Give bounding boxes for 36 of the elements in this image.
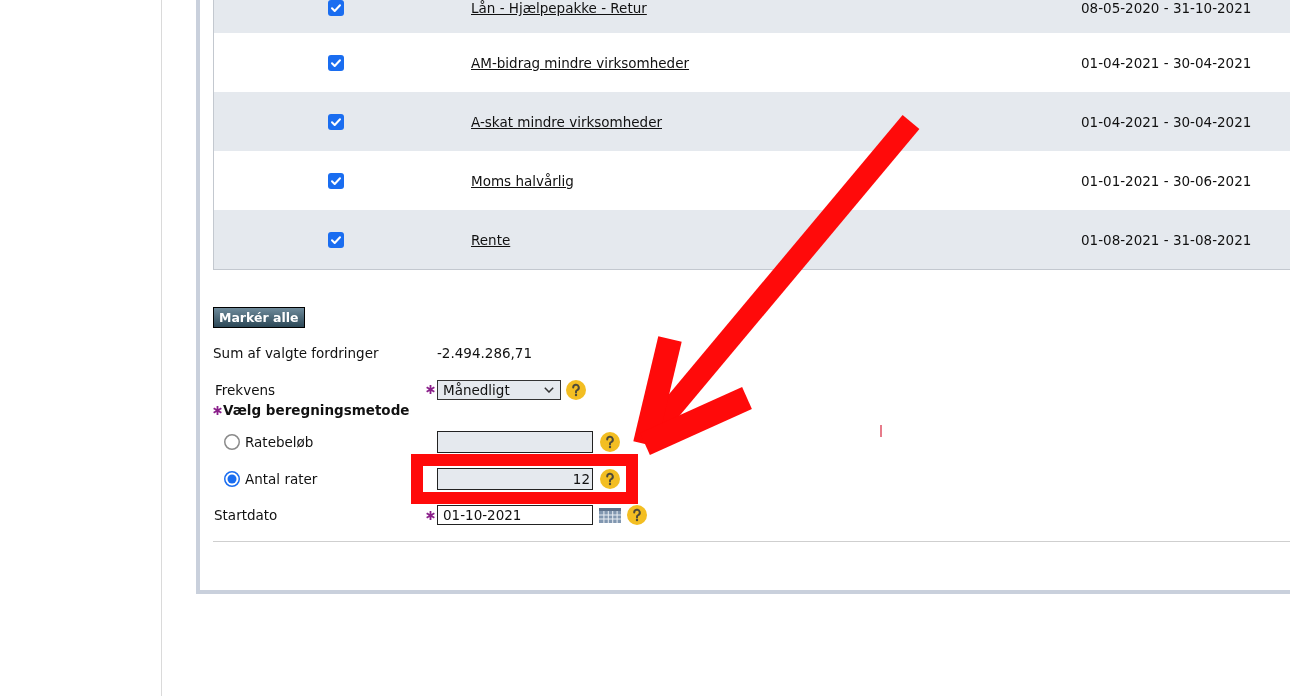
text-cursor-icon [880, 425, 882, 437]
claim-link[interactable]: A-skat mindre virksomheder [471, 113, 662, 130]
period-text: 01-08-2021 - 31-08-2021 [1081, 231, 1252, 248]
checkbox[interactable] [328, 172, 344, 189]
help-icon[interactable] [600, 432, 620, 452]
checkbox[interactable] [328, 54, 344, 71]
help-icon[interactable] [566, 379, 586, 400]
period-text: 01-01-2021 - 30-06-2021 [1081, 172, 1252, 189]
chevron-down-icon [544, 386, 554, 393]
field-label: Sum af valgte fordringer [213, 345, 380, 361]
section-label: Vælg beregningsmetode [223, 402, 410, 418]
sum-value: -2.494.286,71 [437, 345, 533, 361]
claim-link[interactable]: Moms halvårlig [471, 172, 574, 189]
checkbox[interactable] [328, 231, 344, 248]
field-label: Frekvens [214, 381, 277, 398]
calendar-icon[interactable] [599, 507, 621, 523]
radio-button[interactable] [224, 471, 240, 487]
date-field[interactable]: 01-10-2021 [437, 505, 593, 525]
claim-link[interactable]: AM-bidrag mindre virksomheder [471, 54, 690, 71]
radio-label[interactable]: Ratebeløb [245, 434, 314, 450]
help-icon[interactable] [600, 469, 620, 489]
claim-link[interactable]: Lån - Hjælpepakke - Retur [471, 0, 647, 16]
radio-button[interactable] [224, 434, 240, 450]
mark-all-button[interactable]: Markér alle [213, 307, 305, 328]
radio-label[interactable]: Antal rater [245, 471, 318, 487]
checkbox[interactable] [328, 113, 344, 130]
help-icon[interactable] [627, 505, 647, 525]
period-text: 01-04-2021 - 30-04-2021 [1081, 113, 1252, 130]
claim-link[interactable]: Rente [471, 231, 511, 248]
period-text: 08-05-2020 - 31-10-2021 [1081, 0, 1252, 16]
field-label: Startdato [213, 507, 279, 523]
checkbox[interactable] [328, 0, 344, 16]
period-text: 01-04-2021 - 30-04-2021 [1081, 54, 1252, 71]
input-field[interactable] [437, 431, 593, 453]
frequency-select[interactable]: Månedligt [437, 379, 561, 400]
input-field[interactable]: 12 [437, 468, 593, 490]
